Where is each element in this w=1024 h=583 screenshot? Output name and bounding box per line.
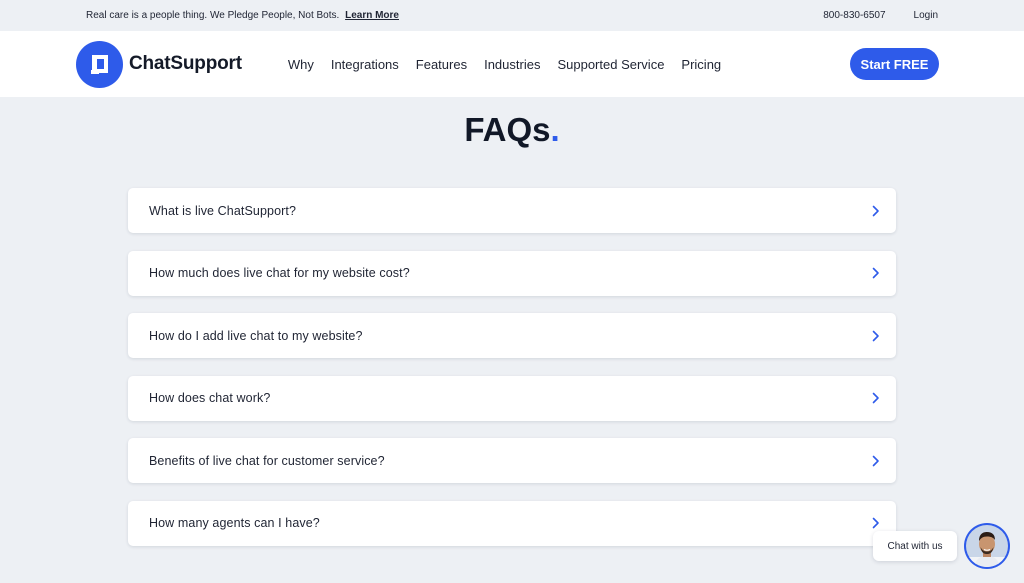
faq-item[interactable]: How do I add live chat to my website? <box>128 313 896 359</box>
faq-item[interactable]: How does chat work? <box>128 375 896 421</box>
nav-link-integrations[interactable]: Integrations <box>331 57 399 72</box>
faq-question: How much does live chat for my website c… <box>149 266 410 281</box>
chat-widget: Chat with us <box>873 523 1010 569</box>
chevron-right-icon <box>871 392 881 404</box>
nav-link-industries[interactable]: Industries <box>484 57 540 72</box>
page-title: FAQs. <box>0 111 1024 149</box>
faq-item[interactable]: How much does live chat for my website c… <box>128 250 896 296</box>
faq-item[interactable]: What is live ChatSupport? <box>128 188 896 233</box>
login-link[interactable]: Login <box>914 10 938 21</box>
logo-text: ChatSupport <box>129 53 242 74</box>
phone-link[interactable]: 800-830-6507 <box>823 10 885 21</box>
chevron-right-icon <box>871 330 881 342</box>
announcement-bar: Real care is a people thing. We Pledge P… <box>0 0 1024 31</box>
nav-link-features[interactable]: Features <box>416 57 467 72</box>
faq-question: Benefits of live chat for customer servi… <box>149 453 385 468</box>
faq-item[interactable]: Benefits of live chat for customer servi… <box>128 438 896 484</box>
faq-question: What is live ChatSupport? <box>149 203 297 218</box>
start-free-button[interactable]: Start FREE <box>850 48 939 80</box>
chat-with-us-button[interactable]: Chat with us <box>873 531 957 561</box>
nav-links: Why Integrations Features Industries Sup… <box>288 57 850 72</box>
faq-list: What is live ChatSupport? How much does … <box>128 188 896 564</box>
logo-mark-icon <box>76 40 123 88</box>
promo-text: Real care is a people thing. We Pledge P… <box>86 10 340 21</box>
agent-avatar[interactable] <box>964 523 1010 569</box>
faq-question: How do I add live chat to my website? <box>149 328 363 343</box>
main-navbar: ChatSupport Why Integrations Features In… <box>0 31 1024 97</box>
faq-item[interactable]: How many agents can I have? <box>128 500 896 546</box>
title-dot: . <box>550 111 560 148</box>
logo[interactable]: ChatSupport <box>76 40 242 88</box>
chevron-right-icon <box>871 455 881 467</box>
nav-link-supported-service[interactable]: Supported Service <box>557 57 664 72</box>
promo-message: Real care is a people thing. We Pledge P… <box>86 10 823 21</box>
nav-link-pricing[interactable]: Pricing <box>681 57 721 72</box>
title-text: FAQs <box>464 111 551 148</box>
chevron-right-icon <box>871 205 881 217</box>
chevron-right-icon <box>871 267 881 279</box>
nav-link-why[interactable]: Why <box>288 57 314 72</box>
faq-question: How many agents can I have? <box>149 516 320 531</box>
faq-question: How does chat work? <box>149 391 271 406</box>
person-icon <box>966 525 1008 567</box>
learn-more-link[interactable]: Learn More <box>345 10 399 21</box>
